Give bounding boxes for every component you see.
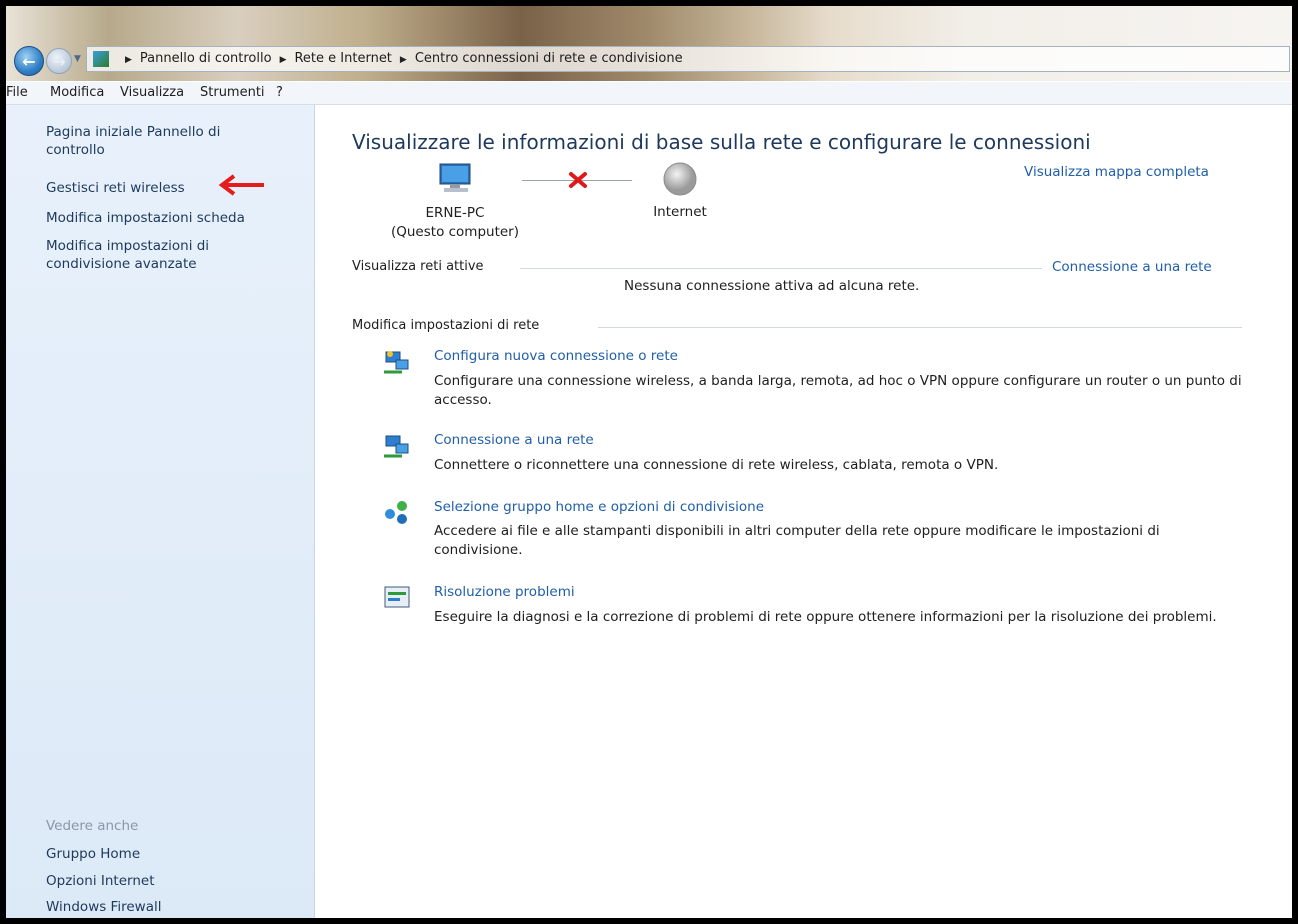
window-frame <box>0 0 1298 924</box>
